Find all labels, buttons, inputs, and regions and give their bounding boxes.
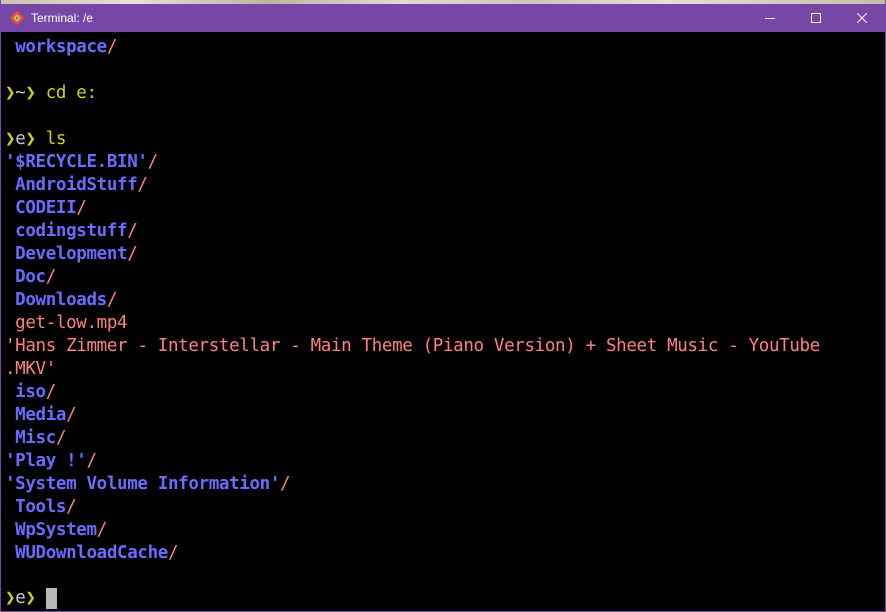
listing-entry: Misc/ bbox=[5, 427, 66, 450]
text-cursor[interactable] bbox=[45, 587, 57, 609]
listing-entry: 'System Volume Information'/ bbox=[5, 473, 291, 496]
dir-name: Media bbox=[5, 405, 67, 425]
prompt-arrow-icon: ❯ bbox=[5, 83, 16, 103]
listing-entry: Media/ bbox=[5, 404, 76, 427]
dir-separator: / bbox=[76, 198, 87, 218]
output-line: workspace/ bbox=[5, 36, 117, 59]
dir-separator: / bbox=[45, 382, 57, 402]
dir-name: 'System Volume Information' bbox=[5, 474, 281, 494]
listing-entry: 'Play !'/ bbox=[5, 450, 97, 473]
prompt-arrow-icon: ❯ bbox=[25, 129, 36, 149]
terminal-output[interactable]: workspace/ ❯~❯ cd e: ❯e❯ ls '$RECYCLE.BI… bbox=[1, 32, 885, 611]
prompt-path: e bbox=[15, 129, 26, 149]
close-button[interactable] bbox=[839, 4, 885, 32]
dir-separator: / bbox=[280, 474, 291, 494]
dir-name: Tools bbox=[5, 497, 67, 517]
prompt-arrow-icon: ❯ bbox=[25, 588, 36, 608]
active-prompt-line[interactable]: ❯e❯ bbox=[5, 587, 57, 610]
listing-entry: Tools/ bbox=[5, 496, 76, 519]
command-text: cd e: bbox=[45, 83, 97, 103]
minimize-icon bbox=[765, 18, 775, 19]
dir-separator: / bbox=[127, 221, 138, 241]
listing-entry: WpSystem/ bbox=[5, 519, 107, 542]
window-title: Terminal: /e bbox=[31, 11, 94, 25]
file-name: .MKV' bbox=[5, 359, 56, 379]
listing-entry: Development/ bbox=[5, 243, 138, 266]
listing-entry: iso/ bbox=[5, 381, 56, 404]
listing-entry: .MKV' bbox=[5, 358, 56, 381]
minimize-button[interactable] bbox=[747, 4, 793, 32]
file-name: get-low.mp4 bbox=[5, 313, 128, 333]
dir-name: AndroidStuff bbox=[5, 175, 138, 195]
listing-entry: Doc/ bbox=[5, 266, 56, 289]
dir-name: '$RECYCLE.BIN' bbox=[5, 152, 148, 172]
dir-name: WpSystem bbox=[5, 520, 97, 540]
dir-separator: / bbox=[106, 37, 118, 57]
terminal-window: Terminal: /e workspace/ ❯~❯ cd e: ❯e❯ ls… bbox=[0, 0, 886, 612]
dir-separator: / bbox=[106, 290, 118, 310]
dir-name: Development bbox=[5, 244, 128, 264]
prompt-line: ❯e❯ ls bbox=[5, 128, 66, 151]
dir-separator: / bbox=[96, 520, 108, 540]
dir-separator: / bbox=[66, 497, 77, 517]
dir-name: Misc bbox=[5, 428, 56, 448]
dir-separator: / bbox=[66, 405, 77, 425]
dir-name: codingstuff bbox=[5, 221, 128, 241]
title-bar[interactable]: Terminal: /e bbox=[1, 4, 885, 32]
listing-entry: Downloads/ bbox=[5, 289, 117, 312]
dir-separator: / bbox=[147, 152, 159, 172]
dir-name: Downloads bbox=[5, 290, 107, 310]
prompt-arrow-icon: ❯ bbox=[5, 588, 16, 608]
dir-separator: / bbox=[167, 543, 179, 563]
dir-separator: / bbox=[55, 428, 67, 448]
prompt-path: e bbox=[15, 588, 26, 608]
maximize-icon bbox=[811, 13, 821, 23]
git-diamond-icon bbox=[9, 10, 25, 26]
dir-name: CODEII bbox=[5, 198, 77, 218]
prompt-line: ❯~❯ cd e: bbox=[5, 82, 97, 105]
dir-separator: / bbox=[137, 175, 148, 195]
dir-name: workspace bbox=[15, 37, 107, 57]
listing-entry: codingstuff/ bbox=[5, 220, 138, 243]
listing-entry: get-low.mp4 bbox=[5, 312, 127, 335]
listing-entry: AndroidStuff/ bbox=[5, 174, 148, 197]
listing-entry: CODEII/ bbox=[5, 197, 87, 220]
dir-name: iso bbox=[5, 382, 46, 402]
prompt-arrow-icon: ❯ bbox=[5, 129, 16, 149]
listing-entry: '$RECYCLE.BIN'/ bbox=[5, 151, 158, 174]
listing-entry: WUDownloadCache/ bbox=[5, 542, 178, 565]
close-icon bbox=[857, 13, 867, 23]
dir-separator: / bbox=[86, 451, 98, 471]
dir-name: Doc bbox=[5, 267, 46, 287]
dir-separator: / bbox=[45, 267, 57, 287]
dir-separator: / bbox=[127, 244, 138, 264]
dir-name: WUDownloadCache bbox=[5, 543, 168, 563]
command-text: ls bbox=[45, 129, 67, 149]
dir-name: 'Play !' bbox=[5, 451, 87, 471]
prompt-arrow-icon: ❯ bbox=[25, 83, 36, 103]
maximize-button[interactable] bbox=[793, 4, 839, 32]
listing-entry: 'Hans Zimmer - Interstellar - Main Theme… bbox=[5, 335, 820, 358]
file-name: 'Hans Zimmer - Interstellar - Main Theme… bbox=[5, 336, 820, 356]
prompt-path: ~ bbox=[15, 83, 26, 103]
